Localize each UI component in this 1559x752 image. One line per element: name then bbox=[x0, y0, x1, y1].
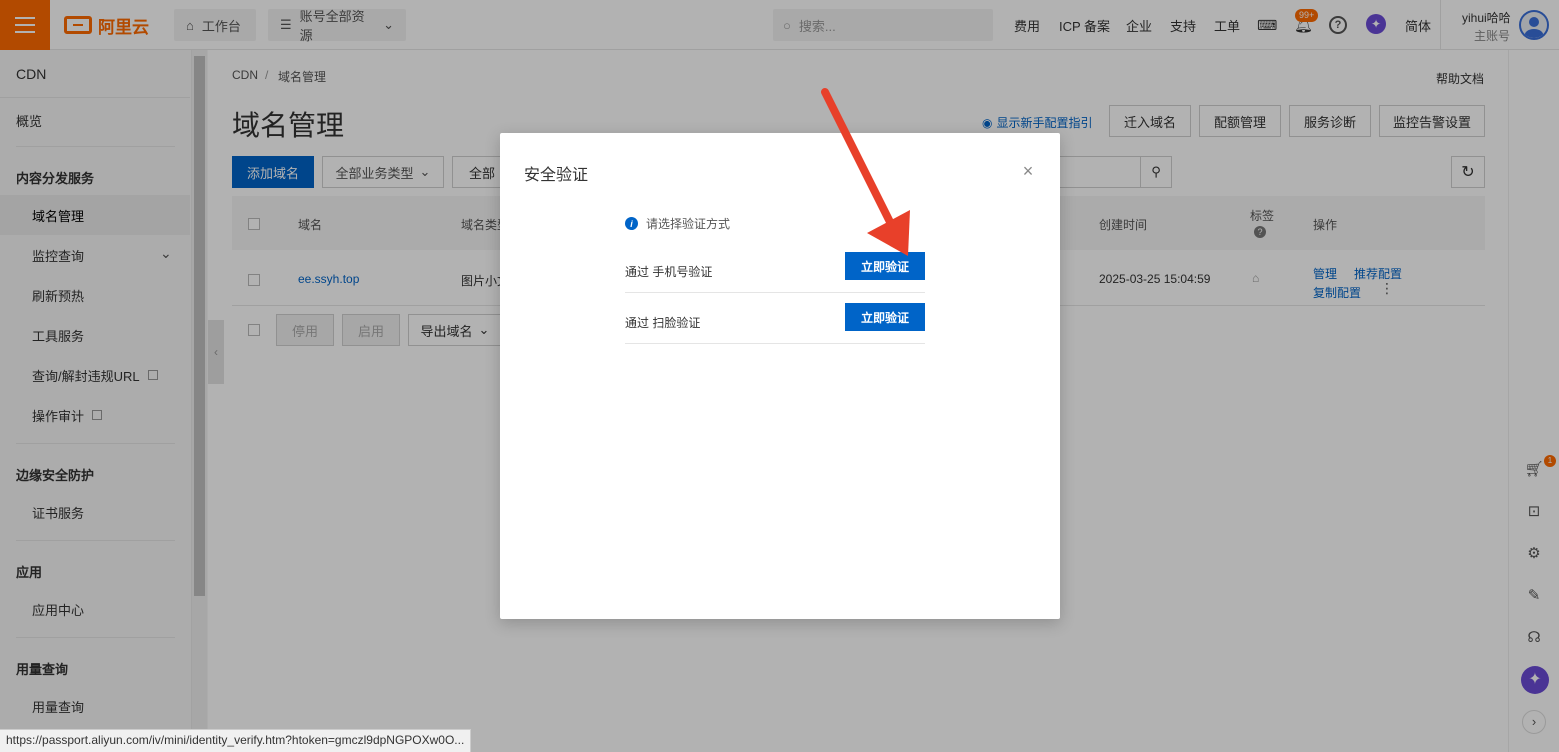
close-icon[interactable]: × bbox=[1018, 161, 1038, 181]
security-verify-dialog: 安全验证 × i 请选择验证方式 通过 手机号验证 立即验证 通过 扫脸验证 立… bbox=[500, 133, 1060, 619]
status-bar-url: https://passport.aliyun.com/iv/mini/iden… bbox=[0, 729, 472, 752]
verify-label-face: 通过 扫脸验证 bbox=[625, 316, 701, 330]
verify-label-phone: 通过 手机号验证 bbox=[625, 265, 713, 279]
verify-face-button[interactable]: 立即验证 bbox=[845, 303, 925, 331]
dialog-title: 安全验证 bbox=[524, 167, 589, 184]
info-icon: i bbox=[625, 217, 638, 230]
verify-phone-button[interactable]: 立即验证 bbox=[845, 252, 925, 280]
verify-option-phone: 通过 手机号验证 立即验证 bbox=[625, 242, 925, 293]
verify-option-face: 通过 扫脸验证 立即验证 bbox=[625, 293, 925, 344]
info-row: i 请选择验证方式 bbox=[625, 215, 730, 232]
